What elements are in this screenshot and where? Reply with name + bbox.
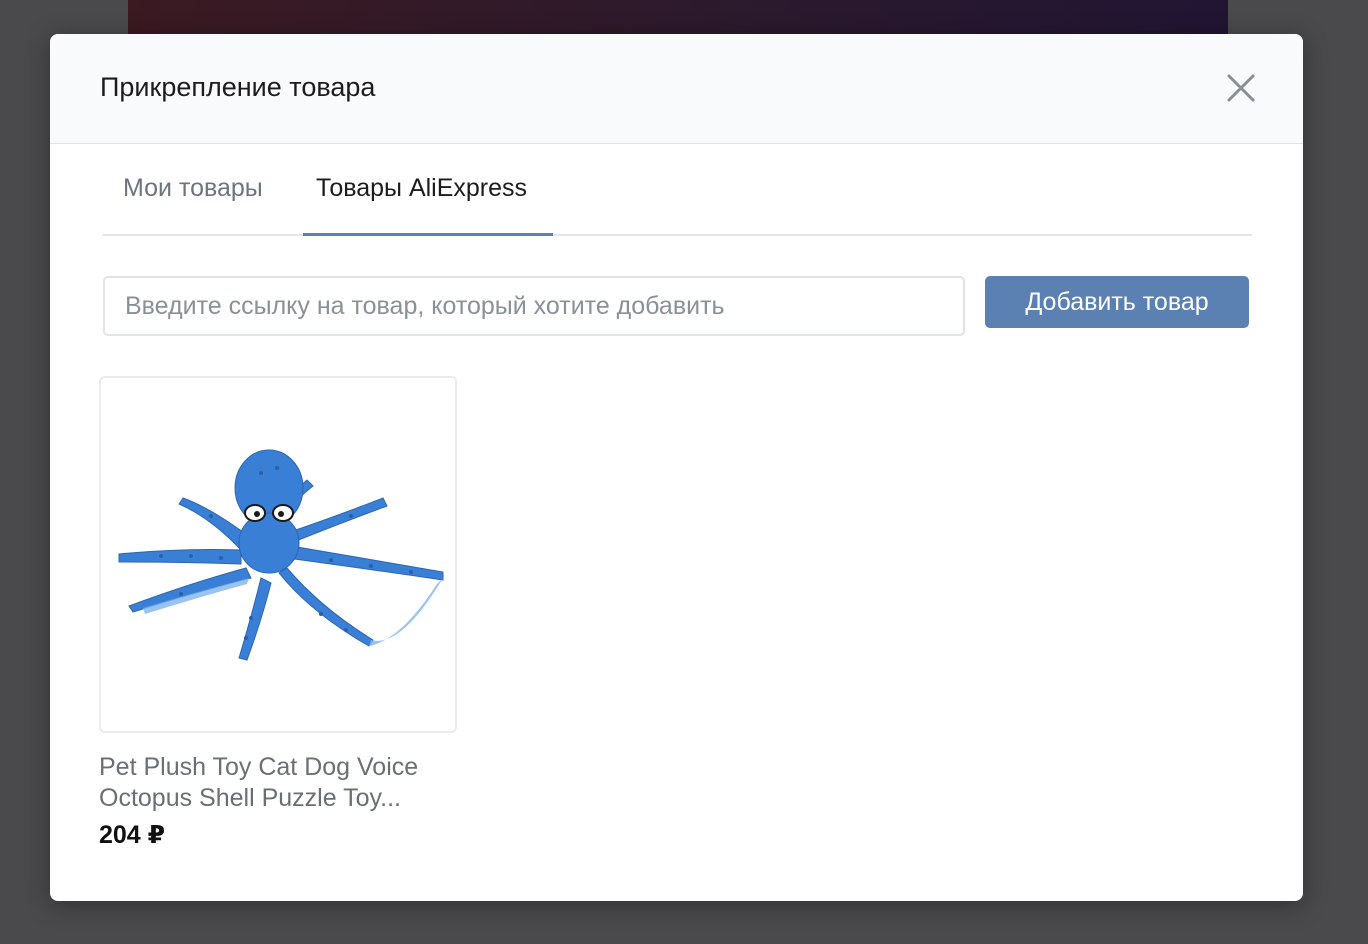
product-link-input[interactable] (103, 276, 965, 336)
tab-my-products[interactable]: Мои товары (123, 166, 263, 236)
close-icon (1227, 74, 1255, 102)
product-image (99, 376, 457, 733)
product-title-line-2: Octopus Shell Puzzle Toy... (99, 784, 402, 812)
product-price: 204 ₽ (99, 821, 166, 849)
product-title-line-1: Pet Plush Toy Cat Dog Voice (99, 753, 419, 781)
modal-header: Прикрепление товара (50, 34, 1303, 144)
modal-title: Прикрепление товара (100, 72, 376, 102)
attach-product-modal: Прикрепление товара Мои товары Товары Al… (50, 34, 1303, 901)
tab-aliexpress-products[interactable]: Товары AliExpress (303, 166, 553, 236)
octopus-toy-image (118, 449, 444, 661)
active-tab-indicator (303, 233, 553, 236)
close-button[interactable] (1223, 70, 1259, 106)
add-product-button[interactable]: Добавить товар (985, 276, 1249, 328)
product-title[interactable]: Pet Plush Toy Cat Dog Voice Octopus Shel… (99, 752, 459, 814)
product-card[interactable]: Pet Plush Toy Cat Dog Voice Octopus Shel… (99, 376, 459, 856)
tab-bar: Мои товары Товары AliExpress (102, 166, 1252, 236)
